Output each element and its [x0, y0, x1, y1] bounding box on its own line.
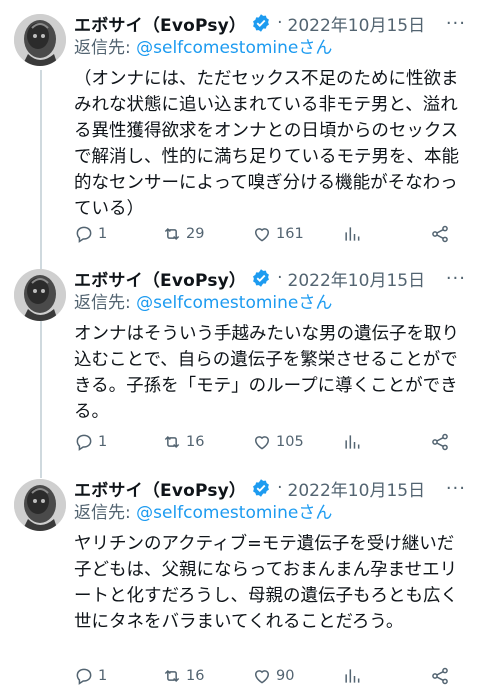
verified-badge-icon — [253, 479, 270, 497]
retweet-count: 29 — [186, 226, 205, 242]
reply-suffix: さん — [298, 38, 333, 58]
reply-handle[interactable]: @selfcomestomine — [136, 38, 298, 58]
separator-dot: · — [277, 478, 283, 498]
share-button[interactable] — [430, 432, 450, 452]
heart-icon — [254, 228, 270, 242]
retweet-count: 16 — [186, 434, 205, 450]
tweet[interactable]: エボサイ（EvoPsy） · 2022年10月15日 ··· 返信先: @sel… — [0, 0, 480, 262]
like-count: 161 — [276, 226, 304, 242]
reply-count: 1 — [98, 226, 108, 242]
reply-prefix: 返信先: — [74, 293, 137, 313]
share-icon — [432, 433, 448, 451]
reply-button[interactable]: 1 — [74, 432, 107, 452]
reply-icon — [76, 226, 92, 243]
retweet-count: 16 — [186, 668, 205, 684]
reply-suffix: さん — [298, 503, 333, 523]
stats-button[interactable] — [342, 224, 362, 244]
tweet[interactable]: エボサイ（EvoPsy） · 2022年10月15日 ··· 返信先: @sel… — [0, 255, 480, 463]
tweet-date[interactable]: 2022年10月15日 — [288, 11, 426, 36]
action-bar: 1 16 90 — [74, 664, 454, 688]
verified-badge-icon — [253, 269, 270, 287]
reply-prefix: 返信先: — [74, 38, 137, 58]
tweet-text: ヤリチンのアクティブ=モテ遺伝子を受け継いだ子どもは、父親にならっておまんまん孕… — [74, 534, 458, 632]
separator-dot: · — [277, 13, 283, 33]
more-icon[interactable]: ··· — [446, 13, 466, 34]
reply-to: 返信先: @selfcomestomineさん — [74, 36, 472, 60]
share-button[interactable] — [430, 224, 450, 244]
heart-icon — [254, 670, 270, 684]
display-name[interactable]: エボサイ（EvoPsy） — [74, 476, 246, 501]
like-button[interactable]: 90 — [252, 666, 294, 686]
stats-icon — [345, 669, 360, 683]
reply-button[interactable]: 1 — [74, 666, 107, 686]
action-bar: 1 29 161 — [74, 222, 454, 246]
reply-count: 1 — [98, 434, 108, 450]
like-count: 90 — [276, 668, 295, 684]
tweet-header: エボサイ（EvoPsy） · 2022年10月15日 ··· — [74, 10, 472, 36]
reply-prefix: 返信先: — [74, 503, 137, 523]
tweet-date[interactable]: 2022年10月15日 — [288, 266, 426, 291]
retweet-icon — [164, 435, 180, 449]
reply-to: 返信先: @selfcomestomineさん — [74, 291, 472, 315]
retweet-icon — [164, 669, 180, 683]
avatar[interactable] — [14, 269, 66, 321]
stats-button[interactable] — [342, 666, 362, 686]
verified-badge-icon — [253, 14, 270, 32]
tweet-date[interactable]: 2022年10月15日 — [288, 476, 426, 501]
reply-suffix: さん — [298, 293, 333, 313]
reply-handle[interactable]: @selfcomestomine — [136, 293, 298, 313]
share-icon — [432, 225, 448, 243]
more-icon[interactable]: ··· — [446, 478, 466, 499]
heart-icon — [254, 436, 270, 450]
reply-icon — [76, 668, 92, 685]
share-button[interactable] — [430, 666, 450, 686]
retweet-button[interactable]: 16 — [162, 432, 204, 452]
retweet-button[interactable]: 29 — [162, 224, 204, 244]
share-icon — [432, 667, 448, 685]
separator-dot: · — [277, 268, 283, 288]
display-name[interactable]: エボサイ（EvoPsy） — [74, 11, 246, 36]
tweet-header: エボサイ（EvoPsy） · 2022年10月15日 ··· — [74, 265, 472, 291]
avatar[interactable] — [14, 479, 66, 531]
avatar[interactable] — [14, 14, 66, 66]
stats-button[interactable] — [342, 432, 362, 452]
tweet[interactable]: エボサイ（EvoPsy） · 2022年10月15日 ··· 返信先: @sel… — [0, 465, 480, 698]
display-name[interactable]: エボサイ（EvoPsy） — [74, 266, 246, 291]
stats-icon — [345, 435, 360, 449]
like-button[interactable]: 161 — [252, 224, 304, 244]
like-count: 105 — [276, 434, 304, 450]
reply-button[interactable]: 1 — [74, 224, 107, 244]
stats-icon — [345, 227, 360, 241]
reply-handle[interactable]: @selfcomestomine — [136, 503, 298, 523]
reply-icon — [76, 434, 92, 451]
tweet-text: （オンナには、ただセックス不足のために性欲まみれな状態に追い込まれている非モテ男… — [74, 69, 459, 219]
action-bar: 1 16 105 — [74, 430, 454, 454]
retweet-button[interactable]: 16 — [162, 666, 204, 686]
retweet-icon — [164, 227, 180, 241]
tweet-text: オンナはそういう手越みたいな男の遺伝子を取り込むことで、自らの遺伝子を繁栄させる… — [74, 324, 459, 422]
like-button[interactable]: 105 — [252, 432, 304, 452]
more-icon[interactable]: ··· — [446, 268, 466, 289]
reply-count: 1 — [98, 668, 108, 684]
tweet-header: エボサイ（EvoPsy） · 2022年10月15日 ··· — [74, 475, 472, 501]
reply-to: 返信先: @selfcomestomineさん — [74, 501, 472, 525]
